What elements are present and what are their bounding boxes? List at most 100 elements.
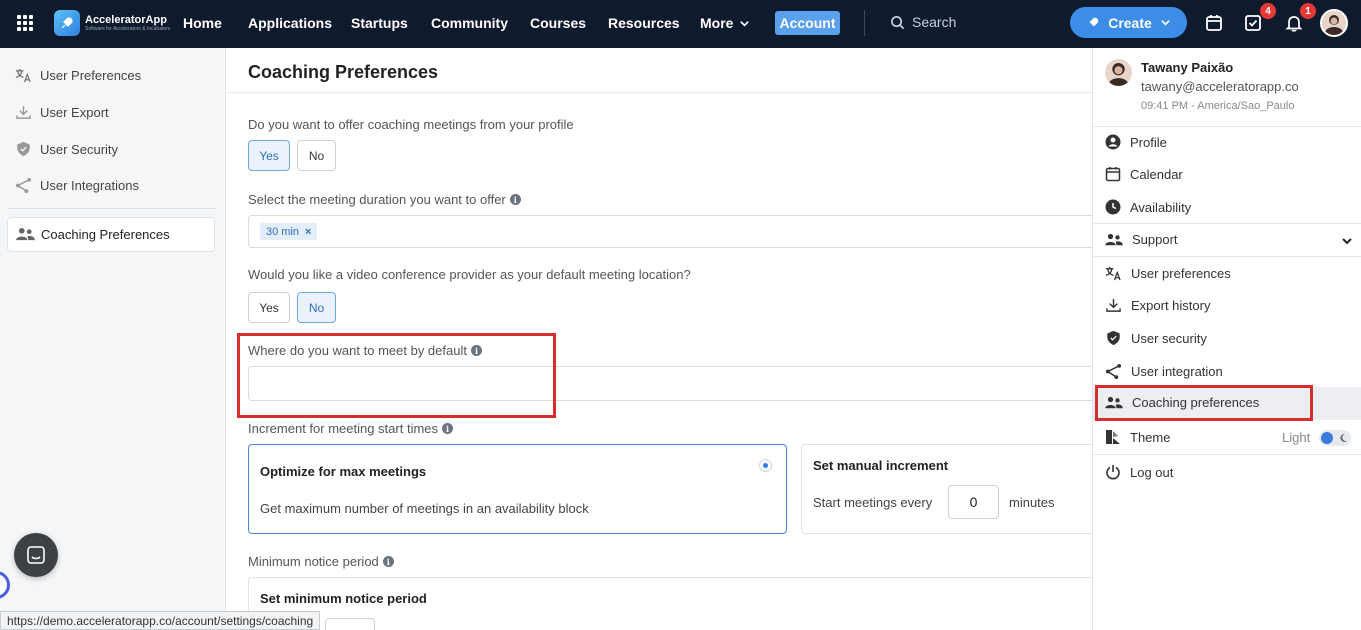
nav-courses[interactable]: Courses	[530, 15, 586, 31]
nav-more-label: More	[700, 15, 734, 31]
moon-icon	[1340, 433, 1347, 442]
user-circle-icon	[1105, 134, 1121, 150]
minutes-label: minutes	[1009, 495, 1055, 510]
menu-item-export-history[interactable]: Export history	[1105, 298, 1210, 313]
user-name: Tawany Paixão	[1141, 60, 1234, 75]
sidebar-item-user-preferences[interactable]: User Preferences	[15, 68, 141, 83]
users-icon	[1105, 233, 1123, 245]
option-max-meetings-text: Get maximum number of meetings in an ava…	[260, 501, 589, 516]
nav-divider	[864, 10, 865, 36]
menu-item-support[interactable]: Support	[1105, 232, 1178, 247]
chat-launcher-button[interactable]	[14, 533, 58, 577]
tasks-icon[interactable]	[1243, 13, 1263, 33]
info-icon[interactable]: i	[382, 556, 394, 567]
video-provider-label-text: Would you like a video conference provid…	[248, 267, 691, 282]
notice-label: Minimum notice period i	[248, 554, 394, 569]
duration-chip: 30 min ×	[260, 223, 318, 240]
offer-coaching-label-text: Do you want to offer coaching meetings f…	[248, 117, 574, 132]
nav-applications[interactable]: Applications	[248, 15, 332, 31]
sidebar-divider	[8, 208, 216, 209]
info-icon[interactable]: i	[442, 423, 454, 434]
menu-item-user-security[interactable]: User security	[1105, 330, 1207, 346]
nav-more[interactable]: More	[700, 15, 750, 31]
notice-value-input[interactable]	[325, 618, 375, 630]
video-provider-label: Would you like a video conference provid…	[248, 267, 691, 282]
menu-item-theme[interactable]: Theme	[1105, 429, 1170, 445]
option-max-meetings-card[interactable]: Optimize for max meetings Get maximum nu…	[248, 444, 787, 534]
offer-coaching-yes-button[interactable]: Yes	[248, 140, 290, 171]
video-provider-yes-button[interactable]: Yes	[248, 292, 290, 323]
page-title: Coaching Preferences	[248, 62, 439, 82]
menu-divider	[1093, 256, 1361, 257]
user-avatar[interactable]	[1320, 9, 1348, 37]
download-icon	[1106, 298, 1121, 312]
theme-toggle[interactable]	[1319, 430, 1351, 446]
calendar-icon[interactable]	[1204, 13, 1224, 33]
chat-icon	[27, 546, 45, 564]
sidebar-item-user-export[interactable]: User Export	[15, 105, 109, 120]
video-provider-no-button[interactable]: No	[297, 292, 336, 323]
menu-item-label: Support	[1132, 232, 1178, 247]
offer-coaching-no-button[interactable]: No	[297, 140, 336, 171]
sidebar-item-user-security[interactable]: User Security	[15, 141, 118, 157]
integration-icon	[15, 177, 32, 194]
integration-icon	[1105, 363, 1122, 380]
menu-item-label: Calendar	[1130, 166, 1183, 182]
sidebar-item-coaching-preferences[interactable]: Coaching Preferences	[7, 217, 215, 252]
menu-item-logout[interactable]: Log out	[1105, 464, 1173, 480]
shield-icon	[1107, 330, 1120, 346]
info-icon[interactable]: i	[509, 194, 521, 205]
search-placeholder: Search	[912, 14, 957, 30]
sidebar-item-label: User Integrations	[40, 178, 139, 193]
menu-item-label: User security	[1131, 330, 1207, 346]
sidebar-active-label: Coaching Preferences	[41, 227, 170, 242]
rocket-logo-icon	[54, 10, 80, 36]
nav-resources[interactable]: Resources	[608, 15, 680, 31]
title-divider	[227, 92, 1093, 93]
nav-startups[interactable]: Startups	[351, 15, 408, 31]
offer-coaching-label: Do you want to offer coaching meetings f…	[248, 117, 574, 132]
notifications-badge: 1	[1300, 3, 1316, 19]
search-box[interactable]: Search	[890, 14, 956, 30]
theme-icon	[1106, 430, 1120, 444]
menu-item-user-preferences[interactable]: User preferences	[1105, 266, 1231, 281]
tasks-badge: 4	[1260, 3, 1276, 19]
download-icon	[16, 105, 31, 119]
menu-divider	[1093, 454, 1361, 455]
search-icon	[891, 15, 905, 29]
sidebar-item-label: User Export	[40, 105, 109, 120]
shield-icon	[17, 141, 30, 157]
menu-item-label: User preferences	[1131, 266, 1231, 281]
duration-label: Select the meeting duration you want to …	[248, 192, 521, 207]
sidebar-item-user-integrations[interactable]: User Integrations	[15, 177, 139, 194]
increment-minutes-input[interactable]: 0	[948, 485, 999, 519]
menu-item-profile[interactable]: Profile	[1105, 134, 1167, 150]
menu-item-label: Export history	[1131, 298, 1211, 313]
user-local-time: 09:41 PM - America/Sao_Paulo	[1141, 100, 1295, 112]
menu-item-calendar[interactable]: Calendar	[1105, 166, 1183, 182]
nav-account[interactable]: Account	[775, 11, 840, 35]
menu-item-user-integration[interactable]: User integration	[1105, 363, 1223, 380]
app-logo[interactable]: AcceleratorApp Software for Accelerators…	[54, 10, 170, 36]
apps-grid-icon[interactable]	[17, 15, 33, 31]
menu-item-label: Profile	[1130, 134, 1167, 150]
start-meetings-every-label: Start meetings every	[813, 495, 933, 510]
chevron-down-icon[interactable]	[1341, 235, 1353, 247]
chevron-down-icon	[740, 20, 750, 27]
users-icon	[16, 227, 35, 241]
duration-multiselect[interactable]: 30 min ×	[248, 215, 1093, 248]
nav-community[interactable]: Community	[431, 15, 508, 31]
remove-chip-icon[interactable]: ×	[305, 226, 311, 238]
user-avatar	[1105, 59, 1132, 86]
notice-label-text: Minimum notice period	[248, 554, 379, 569]
radio-selected-icon[interactable]	[759, 459, 772, 472]
sun-icon	[1321, 432, 1333, 444]
sidebar-item-label: User Preferences	[40, 68, 142, 83]
create-button[interactable]: Create	[1070, 7, 1187, 38]
menu-item-label: User integration	[1131, 364, 1223, 379]
power-icon	[1106, 465, 1120, 480]
menu-item-label: Log out	[1130, 464, 1174, 480]
menu-item-availability[interactable]: Availability	[1105, 199, 1191, 215]
option-manual-increment-card[interactable]: Set manual increment Start meetings ever…	[801, 444, 1093, 534]
nav-home[interactable]: Home	[183, 15, 222, 31]
